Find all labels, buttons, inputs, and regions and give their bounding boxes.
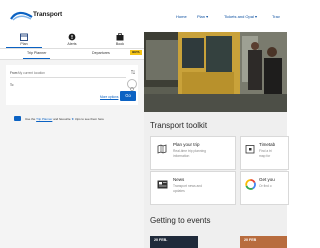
- tab-plan-label: Plan: [20, 42, 28, 46]
- card-desc-line2: updates: [173, 188, 185, 193]
- beta-badge: BETA: [130, 50, 142, 55]
- planner-subtabs: Trip Planner Departures BETA: [0, 49, 144, 60]
- newspaper-icon: [157, 180, 168, 189]
- transport-logo-icon: [10, 11, 33, 21]
- tip-suffix: trips to see them here: [74, 117, 104, 121]
- event-card[interactable]: 20 FEB-: [150, 236, 198, 248]
- trip-planner-form: From To More options Go: [6, 65, 138, 105]
- logo-text: Transport: [33, 11, 63, 18]
- tip-text: Use the Trip Planner and favourite ★ tri…: [25, 117, 104, 121]
- locate-button[interactable]: [127, 79, 137, 91]
- toolkit-heading: Transport toolkit: [150, 121, 208, 130]
- planner-mode-tabs: Plan Alerts Book: [0, 32, 144, 49]
- nav-home[interactable]: Home: [176, 14, 187, 19]
- more-options-link[interactable]: More options: [100, 95, 118, 99]
- swap-icon[interactable]: [130, 69, 136, 75]
- train-platform-image: [144, 32, 287, 112]
- nav-plan[interactable]: Plan ▾: [197, 14, 208, 19]
- card-desc-line2: map for: [259, 153, 271, 158]
- alert-icon: [68, 33, 76, 41]
- tip-prefix: Use the: [25, 117, 36, 121]
- event-card[interactable]: 20 FEB: [240, 236, 287, 248]
- event-date: 20 FEB: [244, 238, 257, 242]
- transport-logo[interactable]: Transport: [10, 8, 70, 24]
- toolkit-card-plan-trip[interactable]: Plan your trip Real-time trip planning i…: [150, 136, 236, 170]
- favourites-tip: Use the Trip Planner and favourite ★ tri…: [6, 114, 142, 124]
- card-desc-line1: Or find o: [259, 184, 272, 188]
- nav-travel[interactable]: Trav: [272, 14, 280, 19]
- tab-book-label: Book: [115, 42, 125, 46]
- from-input[interactable]: [18, 69, 118, 76]
- star-icon: ★: [71, 117, 75, 121]
- card-title: News: [173, 177, 185, 182]
- calendar-icon: [245, 145, 255, 154]
- to-label: To: [10, 83, 14, 87]
- card-desc-line2: information: [173, 153, 190, 158]
- trip-planner-panel: Plan Alerts Book Trip Planner Departures…: [0, 32, 144, 248]
- toolkit-card-news[interactable]: News Transport news and updates: [150, 171, 236, 205]
- tab-trip-planner[interactable]: Trip Planner: [22, 51, 52, 60]
- tab-book[interactable]: Book: [96, 32, 144, 48]
- tip-middle: and favourite: [53, 117, 71, 121]
- main-content: Transport toolkit Plan your trip Real-ti…: [144, 32, 289, 248]
- card-title: Get you: [259, 177, 275, 182]
- tip-trip-planner-link[interactable]: Trip Planner: [36, 117, 52, 121]
- events-heading: Getting to events: [150, 216, 211, 225]
- tab-plan[interactable]: Plan: [0, 32, 48, 48]
- chat-icon: [14, 116, 21, 121]
- briefcase-icon: [116, 33, 124, 41]
- card-title: Plan your trip: [173, 142, 200, 147]
- go-button[interactable]: Go: [120, 91, 136, 101]
- calendar-icon: [20, 33, 28, 41]
- toolkit-card-get-app[interactable]: Get you Or find o: [240, 171, 289, 205]
- google-icon: [245, 179, 256, 190]
- nav-tickets-opal[interactable]: Tickets and Opal ▾: [224, 14, 257, 19]
- tab-alerts[interactable]: Alerts: [48, 32, 96, 48]
- top-navigation-bar: Transport Home Plan ▾ Tickets and Opal ▾…: [0, 0, 287, 33]
- tab-departures[interactable]: Departures: [92, 51, 110, 55]
- map-icon: [157, 144, 167, 154]
- event-date: 20 FEB-: [154, 238, 168, 242]
- divider: [10, 77, 126, 78]
- hero-image: [144, 32, 287, 112]
- toolkit-card-timetables[interactable]: Timetab Find a tri map for: [240, 136, 289, 170]
- from-label: From: [10, 71, 18, 75]
- tab-alerts-label: Alerts: [67, 42, 77, 46]
- card-title: Timetab: [259, 142, 276, 147]
